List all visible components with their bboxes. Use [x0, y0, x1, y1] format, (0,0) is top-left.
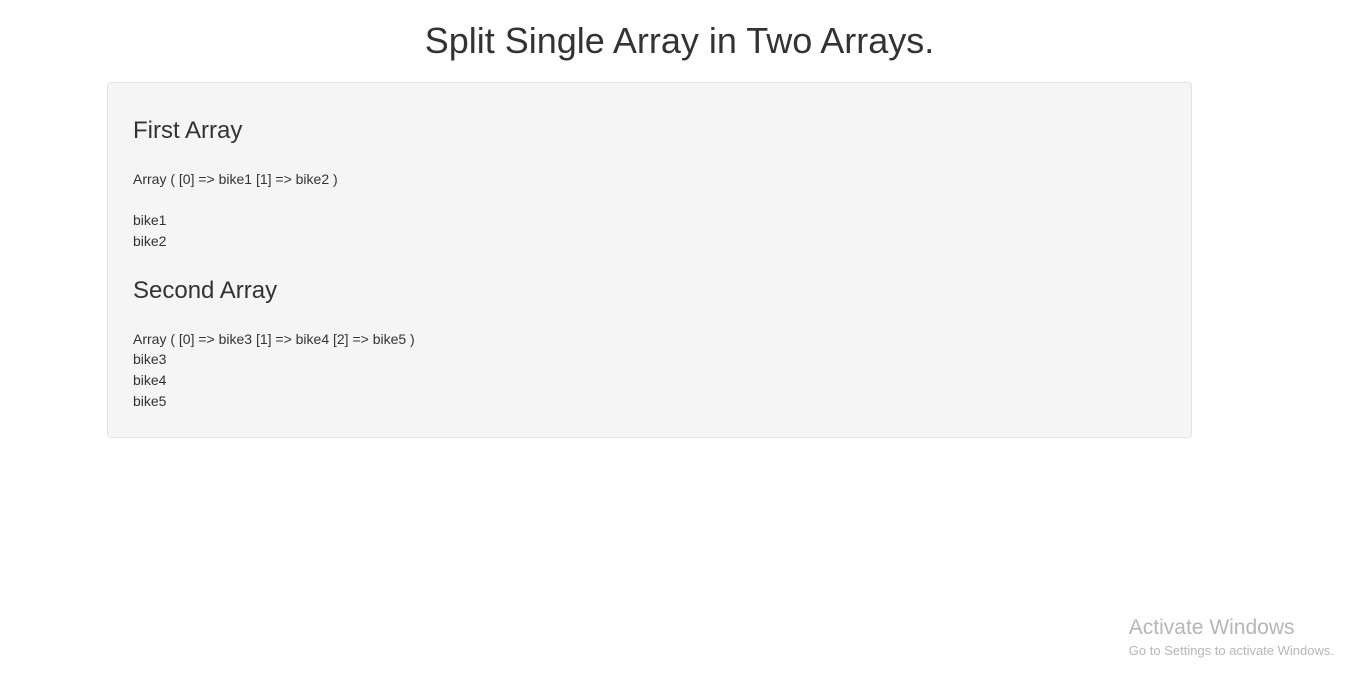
list-item: bike1: [133, 210, 1166, 231]
list-item: bike4: [133, 370, 1166, 391]
first-array-items: bike1 bike2: [133, 210, 1166, 252]
content-panel: First Array Array ( [0] => bike1 [1] => …: [107, 82, 1192, 438]
windows-activation-watermark: Activate Windows Go to Settings to activ…: [1129, 616, 1334, 658]
list-item: bike3: [133, 349, 1166, 370]
watermark-title: Activate Windows: [1129, 616, 1334, 640]
second-array-items: bike3 bike4 bike5: [133, 349, 1166, 412]
watermark-subtitle: Go to Settings to activate Windows.: [1129, 643, 1334, 658]
list-item: bike2: [133, 231, 1166, 252]
page-title: Split Single Array in Two Arrays.: [0, 20, 1359, 62]
first-array-dump: Array ( [0] => bike1 [1] => bike2 ): [133, 170, 1166, 190]
first-array-heading: First Array: [133, 117, 1166, 145]
second-array-heading: Second Array: [133, 277, 1166, 305]
second-array-dump: Array ( [0] => bike3 [1] => bike4 [2] =>…: [133, 330, 1166, 350]
list-item: bike5: [133, 391, 1166, 412]
